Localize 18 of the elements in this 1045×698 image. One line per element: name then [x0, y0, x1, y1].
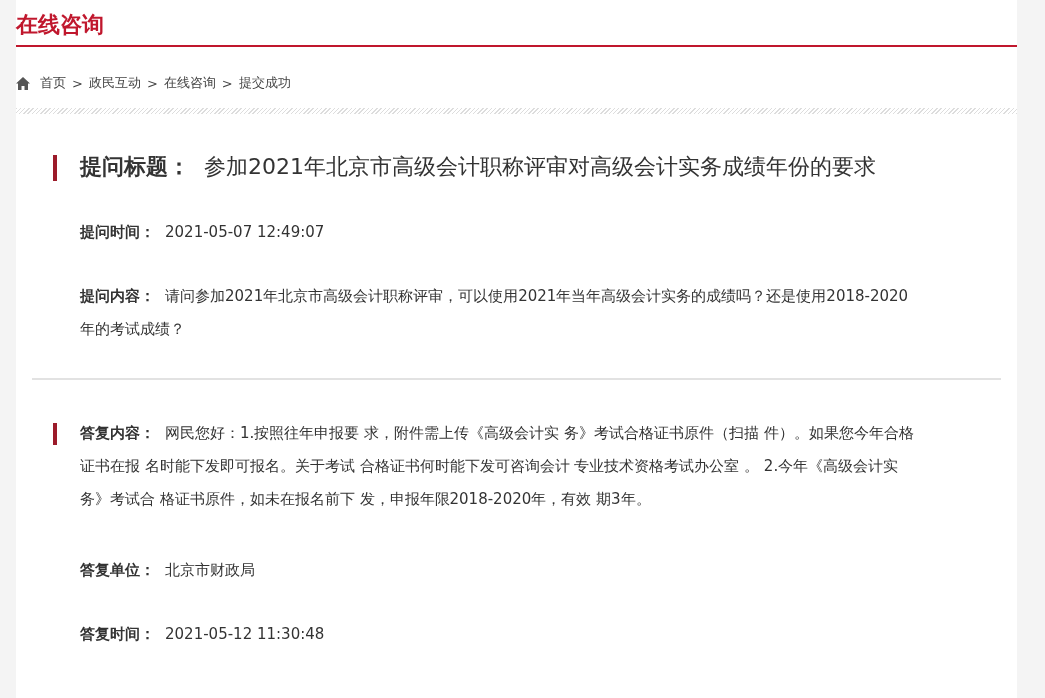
question-title-label: 提问标题： [80, 153, 190, 181]
answer-field-text: 答复内容： 网民您好：1.按照往年申报要 求，附件需上传《高级会计实 务》考试合格证书原件（扫描 件）。如果您今年合格证书在报 名时能下发即可报名。关于考试 合格证书何时能下发可咨询会计 专业技术资格考试办公室 。 2.今年《高级会计实务》考试合 格证书原件，如未在报名前下 发，申报年限2018-2020年，有效 期3年。 [80, 423, 915, 510]
breadcrumb-separator: > [221, 75, 233, 91]
question-field-text: 提问时间： 2021-05-07 12:49:07 [80, 222, 326, 243]
answer-field-text: 答复时间： 2021-05-12 11:30:48 [80, 624, 326, 645]
breadcrumb-separator: > [146, 75, 158, 91]
breadcrumb-link[interactable]: 首页 [40, 74, 66, 92]
breadcrumb-link[interactable]: 在线咨询 [163, 74, 216, 92]
accent-bar [53, 155, 57, 181]
accent-bar [53, 423, 57, 445]
page-title: 在线咨询 [16, 11, 104, 39]
breadcrumb-link[interactable]: 政民互动 [88, 74, 141, 92]
answer-field-text: 答复单位： 北京市财政局 [80, 560, 256, 581]
breadcrumb-separator: > [72, 75, 83, 91]
home-icon [16, 76, 30, 90]
question-title: 参加2021年北京市高级会计职称评审对高级会计实务成绩年份的要求 [204, 153, 876, 181]
breadcrumb-link[interactable]: 提交成功 [238, 74, 291, 92]
question-field-text: 提问内容： 请问参加2021年北京市高级会计职称评审，可以使用2021年当年高级会计实务的成绩吗？还是使用2018-2020年的考试成绩？ [80, 286, 910, 340]
